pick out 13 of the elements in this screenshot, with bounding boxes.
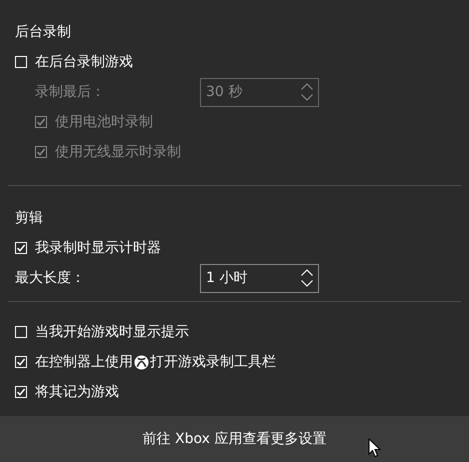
field-label: 最大长度：: [15, 269, 86, 287]
checkbox-label: 当我开始游戏时显示提示: [35, 323, 189, 341]
checkbox-label: 在后台录制游戏: [35, 53, 133, 71]
section-title: 剪辑: [14, 209, 44, 228]
checkbox-label: 使用电池时录制: [55, 113, 153, 131]
checkbox-label: 在控制器上使用: [35, 353, 133, 371]
field-label: 录制最后：: [35, 83, 106, 101]
checkbox-label: 使用无线显示时录制: [55, 143, 181, 161]
checkbox-label: 我录制时显示计时器: [35, 239, 161, 257]
spinner-field[interactable]: 1 小时: [200, 264, 319, 292]
checkbox-label: 打开游戏录制工具栏: [150, 353, 276, 371]
checkbox-label: 将其记为游戏: [35, 383, 119, 401]
section-title: 后台录制: [14, 23, 72, 42]
